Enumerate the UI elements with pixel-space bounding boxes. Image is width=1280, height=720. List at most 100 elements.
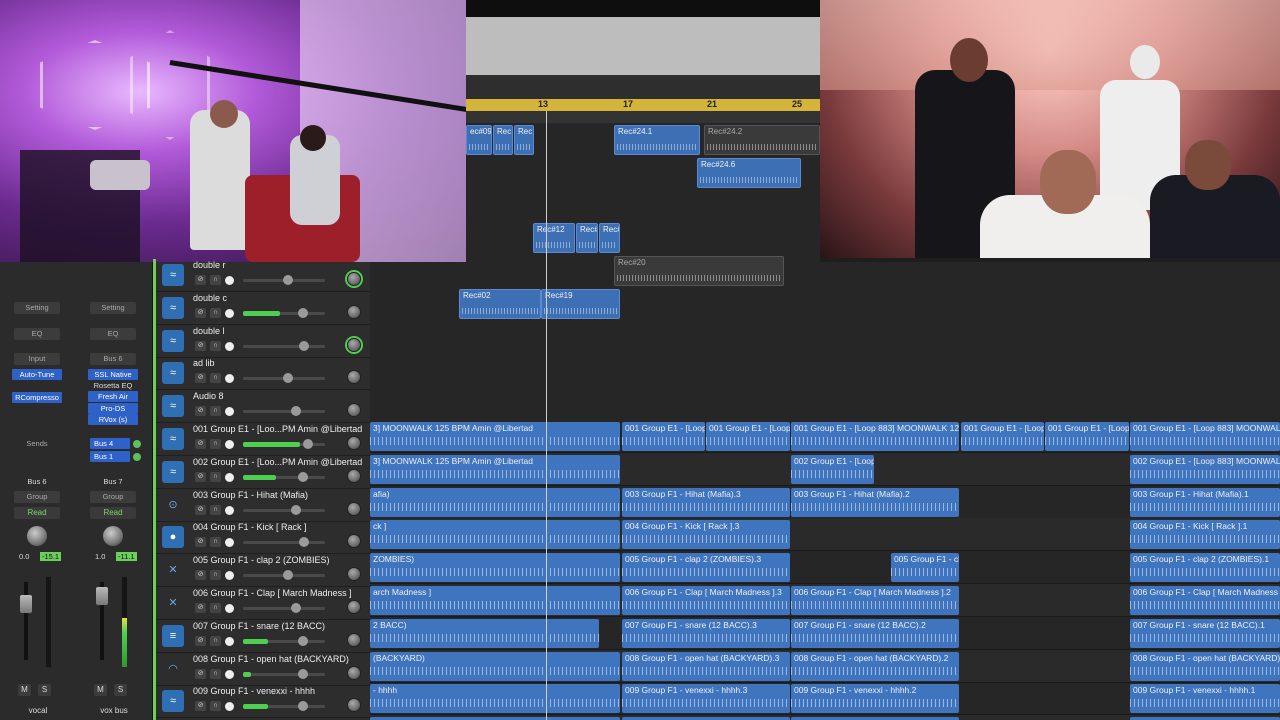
region[interactable]: Rec# [599,223,620,253]
track-name[interactable]: 002 Group E1 - [Loo...PM Amin @Libertad [193,457,362,467]
track-volume-slider[interactable] [243,275,325,285]
track-lane[interactable]: ZOMBIES) 005 Group F1 - clap 2 (ZOMBIES).… [370,551,1280,585]
region[interactable]: Rec#20 [614,256,784,286]
audio-region[interactable]: 004 Group F1 - Kick [ Rack ].3 [622,520,790,550]
audio-region[interactable]: 001 Group E1 - [Loop [622,422,705,451]
mute-icon[interactable]: ⊘ [195,471,206,482]
volume-fader[interactable] [96,587,108,605]
track-volume-handle[interactable] [298,701,308,712]
track-header[interactable]: ⊙ 003 Group F1 - Hihat (Mafia) ⊘ ∩ [153,488,370,522]
plugin-slot[interactable]: SSL Native [88,369,138,380]
mute-icon[interactable]: ⊘ [195,439,206,449]
track-pan-knob[interactable] [347,468,361,483]
headphones-icon[interactable]: ∩ [210,668,221,679]
track-name[interactable]: 009 Group F1 - venexxi - hhhh [193,686,315,696]
record-enable-button[interactable] [225,604,234,613]
track-volume-handle[interactable] [298,635,308,646]
headphones-icon[interactable]: ∩ [210,701,221,712]
track-header[interactable]: ≈009 Group F1 - venexxi - hhhh ⊘ ∩ [153,685,370,719]
track-name[interactable]: double c [193,293,227,303]
audio-region[interactable]: 007 Group F1 - snare (12 BACC).1 [1130,618,1280,648]
track-header[interactable]: ≈ double r ⊘ ∩ [153,259,370,292]
pan-knob[interactable] [27,526,47,546]
mute-icon[interactable]: ⊘ [195,635,206,646]
track-pan-knob[interactable] [347,403,361,418]
send-level-knob[interactable] [133,440,141,448]
track-volume-slider[interactable] [243,635,325,646]
track-lane[interactable]: arch Madness ] 006 Group F1 - Clap [ Marc… [370,584,1280,617]
send-slot[interactable]: Bus 4 [90,438,130,449]
track-volume-handle[interactable] [283,275,293,285]
track-pan-knob[interactable] [347,698,361,713]
mute-icon[interactable]: ⊘ [195,307,206,318]
track-volume-handle[interactable] [303,439,313,449]
track-header[interactable]: ≈ double l ⊘ ∩ [153,324,370,358]
audio-region[interactable]: 2 BACC) [370,618,599,648]
mute-icon[interactable]: ⊘ [195,504,206,515]
track-volume-slider[interactable] [243,504,325,515]
mute-button[interactable]: M [94,684,107,696]
record-enable-button[interactable] [225,374,234,384]
track-volume-handle[interactable] [291,603,301,613]
plugin-slot[interactable]: RVox (s) [88,413,138,425]
send-slot[interactable]: Bus 1 [90,451,130,462]
eq-button[interactable]: EQ [90,328,136,340]
bar-ruler[interactable]: 13 17 21 25 [466,99,820,111]
track-name[interactable]: double l [193,326,225,336]
cycle-strip[interactable] [466,111,820,123]
audio-region[interactable]: 003 Group F1 - Hihat (Mafia).3 [622,487,790,517]
volume-fader-track[interactable] [24,582,28,660]
track-volume-slider[interactable] [243,603,325,613]
track-name[interactable]: 008 Group F1 - open hat (BACKYARD) [193,654,349,664]
track-header[interactable]: ≈ Audio 8 ⊘ ∩ [153,390,370,424]
audio-region[interactable]: 001 Group E1 - [Loop 883] MOONWALK 125 B [791,422,959,451]
record-enable-button[interactable] [225,636,234,646]
track-lane[interactable]: - hhhh 009 Group F1 - venexxi - hhhh.3 009… [370,682,1280,716]
audio-region[interactable]: (BACKYARD) [370,651,620,681]
track-pan-knob[interactable] [347,567,361,582]
audio-region[interactable]: 3] MOONWALK 125 BPM Amin @Libertad [370,454,620,484]
audio-region[interactable]: 006 Group F1 - Clap [ March Madness ].3 [622,586,790,615]
record-enable-button[interactable] [225,407,234,417]
record-enable-button[interactable] [225,472,234,482]
record-enable-button[interactable] [225,276,234,285]
track-header[interactable]: ◠ 008 Group F1 - open hat (BACKYARD) ⊘ ∩ [153,652,370,686]
mute-icon[interactable]: ⊘ [195,603,206,613]
track-volume-handle[interactable] [299,537,309,548]
track-lane[interactable]: ck ] 004 Group F1 - Kick [ Rack ].3 004 Gr… [370,518,1280,552]
track-volume-handle[interactable] [291,406,301,417]
mute-icon[interactable]: ⊘ [195,340,206,351]
record-enable-button[interactable] [225,702,234,712]
audio-region[interactable]: 3] MOONWALK 125 BPM Amin @Libertad [370,422,620,451]
track-volume-handle[interactable] [291,504,301,515]
audio-region[interactable]: ck ] [370,520,620,550]
track-pan-knob[interactable] [347,370,361,385]
audio-region[interactable]: 006 Group F1 - Clap [ March Madness ] [1130,586,1280,615]
region[interactable]: Rec [514,125,534,155]
headphones-icon[interactable]: ∩ [210,340,221,351]
track-name[interactable]: ad lib [193,358,215,368]
track-volume-slider[interactable] [243,373,325,384]
send-level-knob[interactable] [133,453,141,461]
audio-region[interactable]: 005 Group F1 - clap 2 (ZOMBIES).3 [622,553,790,583]
audio-region[interactable]: 001 Group E1 - [Loop [706,422,790,451]
setting-button[interactable]: Setting [14,302,60,314]
solo-button[interactable]: S [114,684,127,696]
track-lane[interactable]: MERO_open_hihat_one_shot_tempered010 Gro… [370,715,1280,720]
track-header[interactable]: ≈ ad lib ⊘ ∩ [153,357,370,391]
track-volume-slider[interactable] [243,340,325,351]
track-lane[interactable]: afia) 003 Group F1 - Hihat (Mafia).3 003 G… [370,486,1280,519]
region[interactable]: Rec#24.6 [697,158,801,188]
mute-icon[interactable]: ⊘ [195,275,206,285]
mute-icon[interactable]: ⊘ [195,701,206,712]
pan-knob[interactable] [103,526,123,546]
track-header[interactable]: ● 004 Group F1 - Kick [ Rack ] ⊘ ∩ [153,521,370,555]
track-volume-slider[interactable] [243,307,325,318]
volume-fader[interactable] [20,595,32,613]
track-name[interactable]: 001 Group E1 - [Loo...PM Amin @Libertad [193,424,362,434]
audio-region[interactable]: arch Madness ] [370,586,620,615]
input-slot[interactable]: Input [14,353,60,365]
input-slot[interactable]: Bus 6 [90,353,136,365]
record-enable-button[interactable] [225,538,234,548]
eq-button[interactable]: EQ [14,328,60,340]
